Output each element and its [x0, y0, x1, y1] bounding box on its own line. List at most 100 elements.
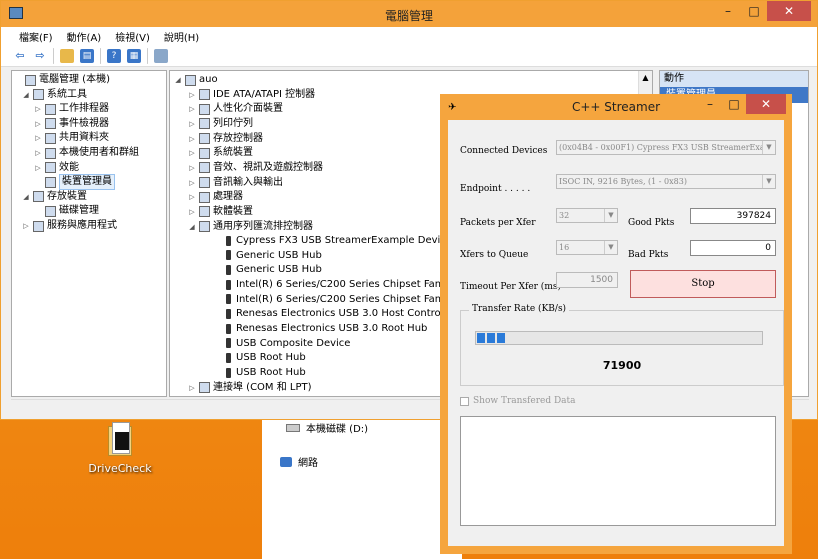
endpoint-combo[interactable]: ISOC IN, 9216 Bytes, (1 - 0x83) ▼ — [556, 174, 776, 189]
device-tree-item[interactable]: ◢ 通用序列匯流排控制器 — [188, 220, 313, 234]
streamer-maximize-button[interactable]: □ — [722, 94, 746, 114]
xfers-to-queue-combo[interactable]: 16 ▼ — [556, 240, 618, 255]
transfer-data-log[interactable] — [460, 416, 776, 526]
collapse-icon[interactable]: ◢ — [188, 220, 196, 234]
help-icon[interactable]: ? — [107, 48, 121, 63]
expand-icon[interactable]: ▷ — [188, 161, 196, 175]
device-tree-item[interactable]: Cypress FX3 USB StreamerExample Device — [214, 234, 452, 248]
device-tree-item[interactable]: Renesas Electronics USB 3.0 Root Hub — [214, 322, 427, 336]
bad-pkts-field[interactable]: 0 — [690, 240, 776, 256]
device-category-icon — [199, 206, 210, 218]
timeout-field[interactable]: 1500 — [556, 272, 618, 288]
expand-icon[interactable]: ▷ — [34, 161, 42, 175]
device-tree-item[interactable]: ◢ auo — [174, 73, 218, 87]
device-tree-item[interactable]: Generic USB Hub — [214, 249, 322, 263]
minimize-button[interactable]: – — [715, 1, 741, 21]
console-tree-item[interactable]: ▷ 共用資料夾 — [34, 131, 109, 145]
toolbar-separator — [147, 47, 148, 64]
console-tree-item[interactable]: ◢ 存放裝置 — [22, 190, 87, 204]
expand-icon[interactable]: ▷ — [188, 117, 196, 131]
drivecheck-desktop-icon[interactable]: DriveCheck — [80, 420, 160, 475]
expand-icon[interactable]: ▷ — [34, 102, 42, 116]
forward-arrow-icon[interactable]: ⇨ — [33, 49, 47, 63]
expand-icon[interactable]: ▷ — [188, 190, 196, 204]
checkbox-box — [460, 396, 469, 406]
device-tree-item[interactable]: USB Root Hub — [214, 351, 306, 365]
expand-icon[interactable]: ▷ — [34, 146, 42, 160]
expand-icon[interactable]: ▷ — [188, 205, 196, 219]
properties-icon[interactable]: ▦ — [127, 48, 141, 63]
usb-plug-icon — [225, 368, 233, 379]
device-category-icon — [199, 382, 210, 394]
device-tree-item[interactable]: Renesas Electronics USB 3.0 Host Control… — [214, 307, 456, 321]
console-tree-item[interactable]: ▷ 工作排程器 — [34, 102, 109, 116]
expand-icon[interactable]: ▷ — [188, 381, 196, 395]
stop-button[interactable]: Stop — [630, 270, 776, 298]
device-tree-item[interactable]: ▷ 軟體裝置 — [188, 205, 253, 219]
expand-icon[interactable]: ▷ — [188, 102, 196, 116]
collapse-icon[interactable]: ◢ — [22, 88, 30, 102]
console-tree-item[interactable]: ◢ 系統工具 — [22, 88, 87, 102]
collapse-icon[interactable]: ◢ — [22, 190, 30, 204]
console-tree-item[interactable]: ▷ 本機使用者和群組 — [34, 146, 139, 160]
up-folder-icon[interactable] — [60, 48, 74, 63]
console-tree-item[interactable]: ▷ 效能 — [34, 161, 79, 175]
expand-icon[interactable]: ▷ — [22, 219, 30, 233]
menu-action[interactable]: 動作(A) — [67, 29, 102, 44]
device-tree-item[interactable]: Generic USB Hub — [214, 263, 322, 277]
expand-icon[interactable]: ▷ — [188, 132, 196, 146]
device-tree-item[interactable]: ▷ 存放控制器 — [188, 132, 263, 146]
device-category-icon — [199, 118, 210, 130]
tree-item-label: 磁碟管理 — [59, 205, 99, 217]
title-bar[interactable]: 電腦管理 – □ ✕ — [1, 1, 817, 27]
expand-icon[interactable]: ▷ — [34, 117, 42, 131]
show-hide-tree-icon[interactable]: ▤ — [80, 48, 94, 63]
menu-view[interactable]: 檢視(V) — [115, 29, 150, 44]
usb-plug-icon — [225, 236, 233, 247]
device-tree-item[interactable]: ▷ 處理器 — [188, 190, 243, 204]
xfers-to-queue-value: 16 — [559, 243, 570, 252]
streamer-close-button[interactable]: ✕ — [746, 94, 786, 114]
device-tree-item[interactable]: ▷ IDE ATA/ATAPI 控制器 — [188, 88, 315, 102]
menu-help[interactable]: 說明(H) — [164, 29, 199, 44]
console-tree-item[interactable]: ▷ 服務與應用程式 — [22, 219, 117, 233]
device-tree-item[interactable]: ▷ 音效、視訊及遊戲控制器 — [188, 161, 323, 175]
maximize-button[interactable]: □ — [741, 1, 767, 21]
packets-per-xfer-combo[interactable]: 32 ▼ — [556, 208, 618, 223]
connected-devices-combo[interactable]: (0x04B4 - 0x00F1) Cypress FX3 USB Stream… — [556, 140, 776, 155]
device-tree-item[interactable]: ▷ 音訊輸入與輸出 — [188, 176, 283, 190]
tree-item-label: 人性化介面裝置 — [213, 103, 283, 115]
menu-file[interactable]: 檔案(F) — [19, 29, 53, 44]
device-tree-item[interactable]: ▷ 人性化介面裝置 — [188, 102, 283, 116]
device-tree-item[interactable]: ▷ 系統裝置 — [188, 146, 253, 160]
tree-item-label: Cypress FX3 USB StreamerExample Device — [236, 235, 452, 247]
close-button[interactable]: ✕ — [767, 1, 811, 21]
console-tree-item[interactable]: 電腦管理 (本機) — [14, 73, 110, 87]
device-tree-item[interactable]: ▷ 連接埠 (COM 和 LPT) — [188, 381, 312, 395]
drive-d-item[interactable]: 本機磁碟 (D:) — [286, 420, 368, 435]
usb-plug-icon — [225, 250, 233, 261]
show-transfered-data-checkbox[interactable]: Show Transfered Data — [460, 396, 576, 406]
streamer-title-bar[interactable]: ✈ C++ Streamer – □ ✕ — [440, 94, 792, 120]
scan-hardware-icon[interactable] — [154, 48, 168, 63]
transfer-rate-progress — [475, 331, 763, 345]
expand-icon[interactable]: ▷ — [34, 131, 42, 145]
device-tree-item[interactable]: ▷ 列印佇列 — [188, 117, 253, 131]
expand-icon[interactable]: ▷ — [188, 176, 196, 190]
device-tree-item[interactable]: USB Composite Device — [214, 337, 350, 351]
device-category-icon — [199, 221, 210, 232]
expand-icon[interactable]: ▷ — [188, 88, 196, 102]
chevron-down-icon: ▼ — [604, 209, 617, 222]
collapse-icon[interactable]: ◢ — [174, 73, 182, 87]
console-tree-item[interactable]: ▷ 事件檢視器 — [34, 117, 109, 131]
usb-plug-icon — [225, 294, 233, 305]
device-tree-item[interactable]: USB Root Hub — [214, 366, 306, 380]
good-pkts-field[interactable]: 397824 — [690, 208, 776, 224]
network-item[interactable]: 網路 — [280, 454, 318, 469]
expand-icon[interactable]: ▷ — [188, 146, 196, 160]
console-tree-item[interactable]: 裝置管理員 — [34, 174, 115, 191]
console-tree-item[interactable]: 磁碟管理 — [34, 204, 99, 218]
device-category-icon — [185, 74, 196, 86]
back-arrow-icon[interactable]: ⇦ — [13, 49, 27, 63]
streamer-minimize-button[interactable]: – — [698, 94, 722, 114]
